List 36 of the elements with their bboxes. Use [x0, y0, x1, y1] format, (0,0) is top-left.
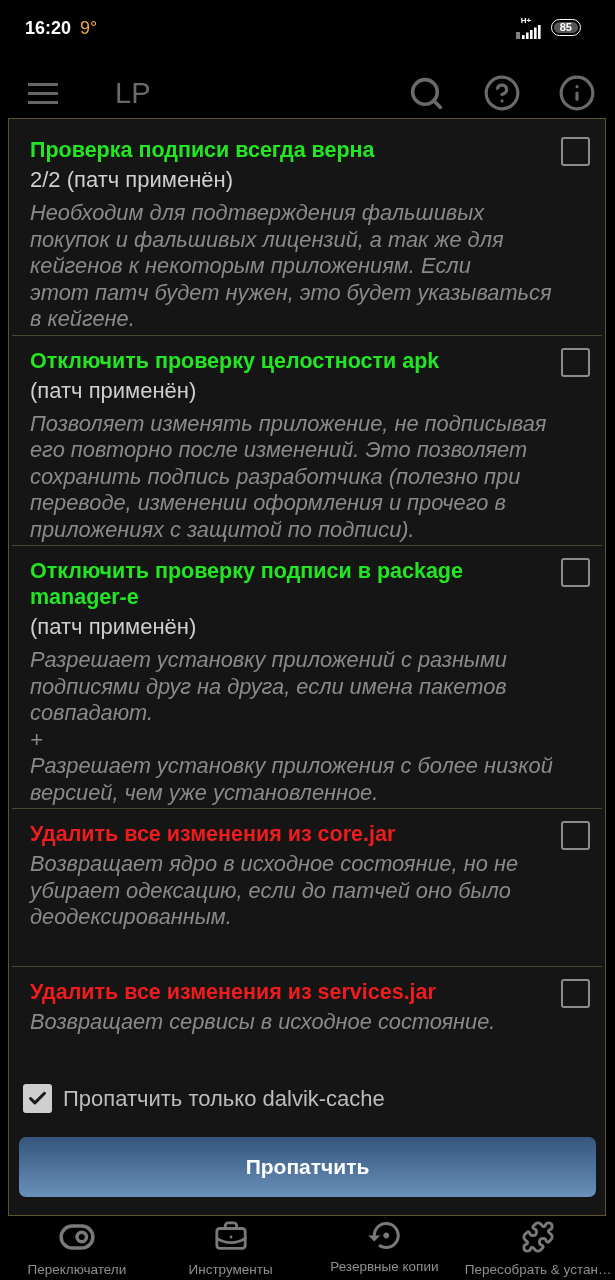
checkbox[interactable] — [561, 821, 590, 850]
patch-description: Разрешает установку приложений с разными подписями друг на друга, если имена пакетов совпадают. + Разрешает установку приложения с более низкой версией, чем уже установленное. — [30, 647, 554, 806]
patch-description: Возвращает ядро в исходное состояние, но не убирает одексацию, если до патчей оно было деодексированным. — [30, 851, 520, 931]
battery-percent: 85 — [553, 22, 578, 33]
patch-title: Проверка подписи всегда верна — [30, 137, 375, 163]
patch-button[interactable]: Пропатчить — [19, 1137, 596, 1197]
patch-description: Позволяет изменять приложение, не подписывая его повторно после изменений. Это позволяет сохранить подпись разработчика (полезно при переводе, изменении оформления и прочего в приложениях с защитой по подписи). — [30, 410, 548, 543]
patch-title: Отключить проверку подписи в package manager-e — [30, 558, 464, 610]
patch-title: Отключить проверку целостности apk — [30, 347, 440, 374]
patch-status: 2/2 (патч применён) — [30, 167, 233, 193]
patch-title: Удалить все изменения из core.jar — [30, 821, 396, 847]
info-icon[interactable] — [558, 74, 596, 112]
checkbox[interactable] — [561, 137, 590, 166]
nav-tab[interactable]: Переключатели — [0, 1216, 154, 1280]
menu-icon[interactable] — [28, 82, 58, 104]
patch-status: (патч применён) — [30, 377, 197, 404]
puzzle-icon — [521, 1220, 556, 1254]
signal-icon — [515, 24, 542, 39]
checkbox[interactable] — [561, 347, 590, 377]
option-label: Пропатчить только dalvik-cache — [63, 1085, 385, 1112]
checkbox[interactable] — [561, 979, 590, 1008]
patch-title: Удалить все изменения из services.jar — [30, 979, 436, 1005]
help-icon[interactable] — [483, 74, 521, 112]
restore-icon — [368, 1222, 401, 1249]
patch-description: Возвращает сервисы в исходное состояние. — [30, 1009, 496, 1036]
checkbox[interactable] — [561, 558, 590, 587]
nav-tab[interactable]: Пересобрать & устан… — [461, 1216, 615, 1280]
nav-tab[interactable]: Резервные копии — [307, 1216, 462, 1280]
network-type: H+ — [520, 16, 532, 25]
app-title: LP — [115, 76, 151, 110]
patch-description: Необходим для подтверждения фальшивых покупок и фальшивых лицензий, а так же для кейгенов к некоторым приложениям. Если этот патч будет нужен, это будет указываться в кейгене. — [30, 200, 553, 333]
temperature: 9° — [80, 16, 98, 39]
checkbox[interactable] — [23, 1084, 52, 1113]
nav-tab[interactable]: Инструменты — [153, 1216, 308, 1280]
clock: 16:20 — [25, 16, 72, 39]
patch-status: (патч применён) — [30, 614, 197, 640]
